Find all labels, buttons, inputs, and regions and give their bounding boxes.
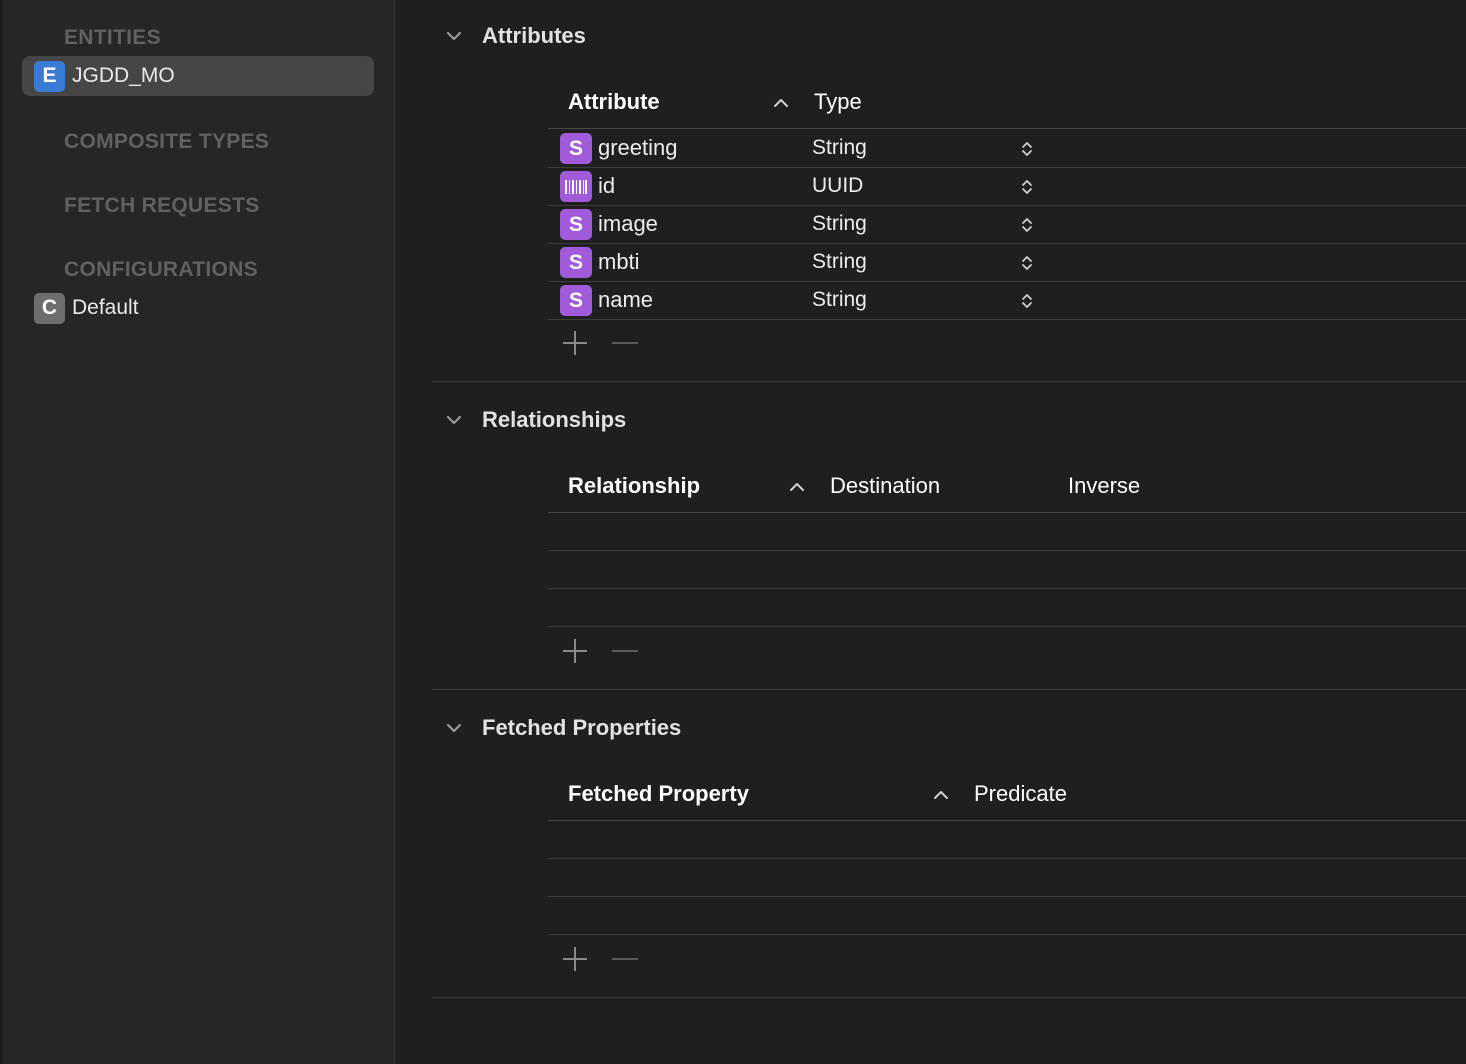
uuid-type-icon [560, 171, 592, 202]
attributes-section-title: Attributes [482, 23, 586, 48]
type-popup-stepper-icon[interactable] [1020, 140, 1034, 158]
fetched-property-column-header[interactable]: Fetched Property [568, 781, 749, 807]
attribute-name[interactable]: name [598, 287, 653, 313]
attributes-disclosure-chevron-icon[interactable] [444, 26, 464, 46]
attribute-row[interactable]: S name String [548, 282, 1466, 320]
attribute-type-select[interactable]: String [812, 136, 867, 160]
composite-types-header: COMPOSITE TYPES [64, 130, 270, 153]
type-popup-stepper-icon[interactable] [1020, 178, 1034, 196]
relationships-disclosure-chevron-icon[interactable] [444, 410, 464, 430]
sidebar: ENTITIES E JGDD_MO COMPOSITE TYPES FETCH… [0, 0, 395, 1064]
remove-relationship-button[interactable] [611, 636, 639, 666]
empty-row-divider [548, 896, 1466, 897]
configuration-icon: C [34, 292, 65, 324]
entity-label: JGDD_MO [72, 64, 175, 87]
relationships-section-title: Relationships [482, 407, 627, 432]
configurations-header: CONFIGURATIONS [64, 258, 258, 281]
fetch-requests-header: FETCH REQUESTS [64, 194, 260, 217]
section-separator [432, 381, 1466, 382]
attribute-type-select[interactable]: String [812, 288, 867, 312]
relationship-column-header[interactable]: Relationship [568, 473, 700, 499]
attribute-row[interactable]: S image String [548, 206, 1466, 244]
relationships-header-divider [548, 512, 1466, 513]
type-popup-stepper-icon[interactable] [1020, 292, 1034, 310]
fetched-properties-header-divider [548, 820, 1466, 821]
attribute-row[interactable]: S mbti String [548, 244, 1466, 282]
add-relationship-button[interactable] [560, 636, 590, 666]
section-separator [432, 997, 1466, 998]
entity-editor: Attributes Attribute Type S greeting Str… [396, 0, 1466, 1064]
fetched-properties-section-title: Fetched Properties [482, 715, 682, 740]
destination-column-header[interactable]: Destination [830, 473, 940, 499]
type-popup-stepper-icon[interactable] [1020, 216, 1034, 234]
section-separator [432, 689, 1466, 690]
empty-row-divider [548, 626, 1466, 627]
empty-row-divider [548, 934, 1466, 935]
string-type-icon: S [560, 247, 592, 278]
entities-header: ENTITIES [64, 26, 161, 49]
barcode-icon [565, 179, 587, 194]
attribute-row[interactable]: id UUID [548, 168, 1466, 206]
sidebar-edge [0, 0, 2, 1064]
empty-row-divider [548, 550, 1466, 551]
attribute-type-select[interactable]: String [812, 250, 867, 274]
inverse-column-header[interactable]: Inverse [1068, 473, 1140, 499]
attribute-name[interactable]: greeting [598, 135, 678, 161]
sort-ascending-icon[interactable] [788, 481, 806, 493]
fetched-properties-disclosure-chevron-icon[interactable] [444, 718, 464, 738]
attributes-header-divider [548, 128, 1466, 129]
configuration-label: Default [72, 296, 139, 319]
empty-row-divider [548, 858, 1466, 859]
sort-ascending-icon[interactable] [932, 789, 950, 801]
remove-fetched-property-button[interactable] [611, 944, 639, 974]
attribute-name[interactable]: mbti [598, 249, 640, 275]
sidebar-item-configuration-default[interactable]: C Default [22, 288, 374, 328]
attribute-name[interactable]: image [598, 211, 658, 237]
add-fetched-property-button[interactable] [560, 944, 590, 974]
entity-icon: E [34, 60, 65, 92]
predicate-column-header[interactable]: Predicate [974, 781, 1067, 807]
remove-attribute-button[interactable] [611, 328, 639, 358]
empty-row-divider [548, 588, 1466, 589]
string-type-icon: S [560, 133, 592, 164]
string-type-icon: S [560, 209, 592, 240]
sidebar-item-entity-jgdd-mo[interactable]: E JGDD_MO [22, 56, 374, 96]
type-column-header[interactable]: Type [814, 89, 862, 115]
attribute-type-select[interactable]: String [812, 212, 867, 236]
attribute-name[interactable]: id [598, 173, 615, 199]
type-popup-stepper-icon[interactable] [1020, 254, 1034, 272]
attribute-row[interactable]: S greeting String [548, 130, 1466, 168]
row-divider [548, 319, 1466, 320]
attribute-type-select[interactable]: UUID [812, 174, 863, 198]
sort-ascending-icon[interactable] [772, 97, 790, 109]
attribute-column-header[interactable]: Attribute [568, 89, 660, 115]
add-attribute-button[interactable] [560, 328, 590, 358]
string-type-icon: S [560, 285, 592, 316]
